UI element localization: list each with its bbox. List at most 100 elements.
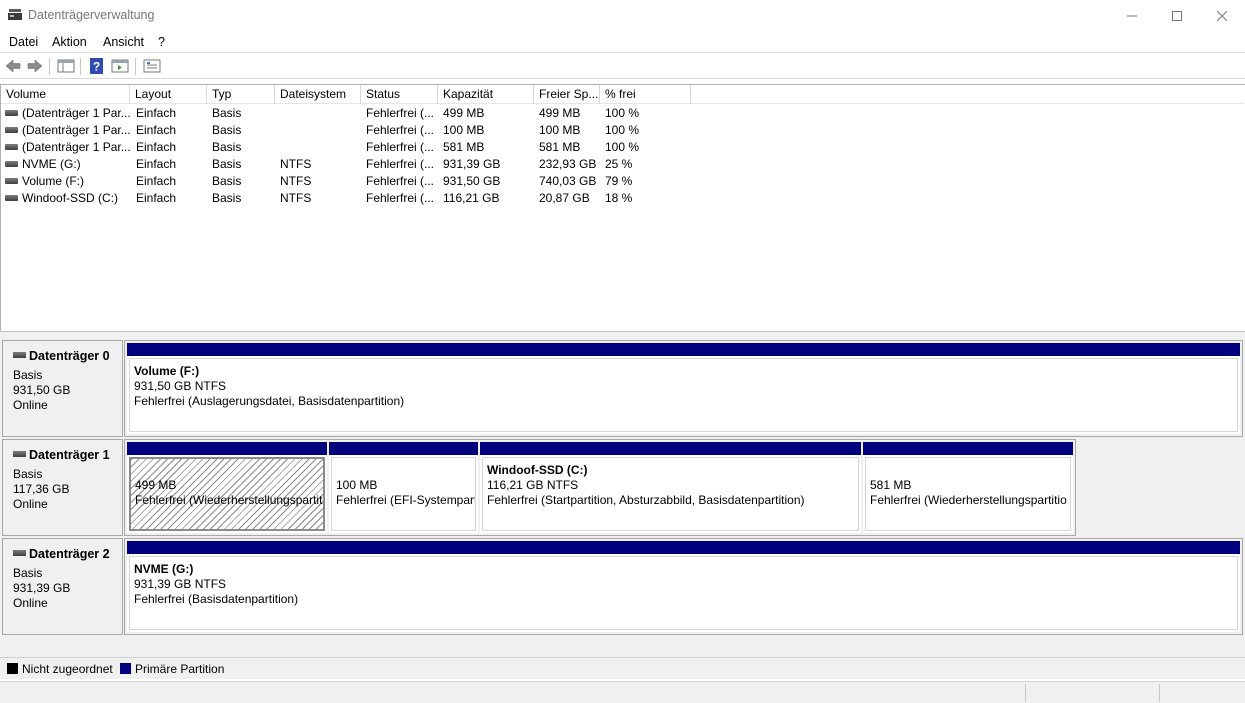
disk-graphical-view: Datenträger 0 Basis 931,50 GB Online Vol… <box>0 335 1245 657</box>
cell-layout: Einfach <box>136 157 177 171</box>
cell-frei: 581 MB <box>539 140 581 154</box>
column-header-freier-speicher[interactable]: Freier Sp... <box>534 85 600 104</box>
cell-volume: (Datenträger 1 Par... <box>22 106 130 120</box>
toolbar: ? <box>0 54 1245 79</box>
minimize-button[interactable] <box>1109 0 1155 31</box>
partition-nvme-g[interactable]: NVME (G:) 931,39 GB NTFS Fehlerfrei (Bas… <box>127 541 1240 632</box>
disk-name: Datenträger 1 <box>13 448 110 462</box>
table-row[interactable]: (Datenträger 1 Par... Einfach Basis Fehlerf… <box>1 105 1244 122</box>
cell-status: Fehlerfrei (... <box>366 191 435 205</box>
cell-layout: Einfach <box>136 174 177 188</box>
cell-fs <box>280 139 360 156</box>
toolbar-separator <box>80 58 81 75</box>
disk-0-info[interactable]: Datenträger 0 Basis 931,50 GB Online <box>2 340 123 437</box>
disk-1-partitions: 499 MB Fehlerfrei (Wiederherstellungspar… <box>124 439 1076 536</box>
primary-partition-bar <box>127 343 1240 356</box>
help-icon[interactable]: ? <box>88 58 106 74</box>
disk-type: Basis <box>13 368 43 382</box>
partition-efi-100mb[interactable]: 100 MB Fehlerfrei (EFI-Systempart <box>329 442 478 533</box>
volume-drive-icon <box>5 195 18 201</box>
legend-label-primary: Primäre Partition <box>135 662 225 676</box>
cell-status: Fehlerfrei (... <box>366 106 435 120</box>
column-header-kapazitaet[interactable]: Kapazität <box>438 85 534 104</box>
table-row[interactable]: NVME (G:) Einfach Basis NTFS Fehlerfrei (...… <box>1 156 1244 173</box>
table-row[interactable]: Windoof-SSD (C:) Einfach Basis NTFS Fehlerfr… <box>1 190 1244 207</box>
menu-ansicht[interactable]: Ansicht <box>103 35 144 49</box>
column-header-typ[interactable]: Typ <box>207 85 275 104</box>
volume-drive-icon <box>5 110 18 116</box>
legend-swatch-primary <box>120 663 131 674</box>
list-header: Volume Layout Typ Dateisystem Status Kap… <box>1 85 1244 104</box>
disk-type: Basis <box>13 467 43 481</box>
column-header-prozent-frei[interactable]: % frei <box>600 85 691 104</box>
partition-recovery-581mb[interactable]: 581 MB Fehlerfrei (Wiederherstellungspar… <box>863 442 1073 533</box>
menu-bar: Datei Aktion Ansicht ? <box>0 31 1245 53</box>
cell-pct: 100 % <box>605 140 640 154</box>
menu-datei[interactable]: Datei <box>9 35 38 49</box>
back-arrow-icon[interactable] <box>4 58 22 74</box>
cell-pct: 79 % <box>605 174 633 188</box>
column-header-status[interactable]: Status <box>361 85 438 104</box>
partition-status: Fehlerfrei (EFI-Systempart <box>336 493 476 507</box>
console-tree-icon[interactable] <box>57 58 75 74</box>
disk-2-info[interactable]: Datenträger 2 Basis 931,39 GB Online <box>2 538 123 635</box>
cell-frei: 499 MB <box>539 106 581 120</box>
volume-list: Volume Layout Typ Dateisystem Status Kap… <box>0 84 1245 331</box>
disk-state: Online <box>13 596 48 610</box>
disk-name: Datenträger 0 <box>13 349 110 363</box>
cell-typ: Basis <box>212 106 242 120</box>
partition-status: Fehlerfrei (Wiederherstellungspartitio <box>870 493 1067 507</box>
table-row[interactable]: (Datenträger 1 Par... Einfach Basis Fehlerf… <box>1 122 1244 139</box>
action-pane-icon[interactable] <box>111 58 129 74</box>
cell-pct: 100 % <box>605 123 640 137</box>
disk-size: 117,36 GB <box>13 482 70 496</box>
cell-volume: Windoof-SSD (C:) <box>22 191 119 205</box>
volume-drive-icon <box>5 127 18 133</box>
partition-size: 581 MB <box>870 478 912 492</box>
column-header-dateisystem[interactable]: Dateisystem <box>275 85 361 104</box>
cell-frei: 232,93 GB <box>539 157 597 171</box>
cell-layout: Einfach <box>136 123 177 137</box>
cell-typ: Basis <box>212 174 242 188</box>
disk-state: Online <box>13 398 48 412</box>
cell-typ: Basis <box>212 191 242 205</box>
close-button[interactable] <box>1199 0 1245 31</box>
disk-drive-icon <box>13 352 26 358</box>
partition-size: 499 MB <box>135 478 177 492</box>
disk-0: Datenträger 0 Basis 931,50 GB Online Vol… <box>0 335 1245 437</box>
cell-layout: Einfach <box>136 106 177 120</box>
forward-arrow-icon[interactable] <box>26 58 44 74</box>
cell-typ: Basis <box>212 157 242 171</box>
cell-status: Fehlerfrei (... <box>366 157 435 171</box>
cell-pct: 100 % <box>605 106 640 120</box>
cell-frei: 100 MB <box>539 123 581 137</box>
partition-size: 931,39 GB NTFS <box>134 577 227 591</box>
column-header-layout[interactable]: Layout <box>130 85 207 104</box>
status-bar-separator <box>1159 684 1160 702</box>
cell-kap: 931,50 GB <box>443 174 501 188</box>
cell-volume: Volume (F:) <box>22 174 85 188</box>
legend: Nicht zugeordnet Primäre Partition <box>0 657 1245 679</box>
toolbar-separator <box>49 58 50 75</box>
partition-volume-f[interactable]: Volume (F:) 931,50 GB NTFS Fehlerfrei (A… <box>127 343 1240 434</box>
disk-2-partitions: NVME (G:) 931,39 GB NTFS Fehlerfrei (Bas… <box>124 538 1243 635</box>
maximize-button[interactable] <box>1154 0 1200 31</box>
disk-1: Datenträger 1 Basis 117,36 GB Online 499… <box>0 434 1245 536</box>
partition-windoof-ssd-c[interactable]: Windoof-SSD (C:) 116,21 GB NTFS Fehlerfr… <box>480 442 861 533</box>
table-row[interactable]: Volume (F:) Einfach Basis NTFS Fehlerfrei (.… <box>1 173 1244 190</box>
menu-aktion[interactable]: Aktion <box>52 35 87 49</box>
legend-swatch-unallocated <box>7 663 18 674</box>
partition-recovery-499mb[interactable]: 499 MB Fehlerfrei (Wiederherstellungspar… <box>127 442 327 533</box>
cell-frei: 740,03 GB <box>539 174 597 188</box>
disk-management-app-icon <box>8 9 22 20</box>
cell-kap: 116,21 GB <box>443 191 500 205</box>
window-title: Datenträgerverwaltung <box>28 8 155 22</box>
table-row[interactable]: (Datenträger 1 Par... Einfach Basis Fehlerf… <box>1 139 1244 156</box>
legend-label-unallocated: Nicht zugeordnet <box>22 662 113 676</box>
disk-1-info[interactable]: Datenträger 1 Basis 117,36 GB Online <box>2 439 123 536</box>
menu-help[interactable]: ? <box>158 35 165 49</box>
column-header-volume[interactable]: Volume <box>1 85 130 104</box>
cell-volume: (Datenträger 1 Par... <box>22 140 130 154</box>
properties-icon[interactable] <box>143 58 161 74</box>
cell-kap: 499 MB <box>443 106 485 120</box>
